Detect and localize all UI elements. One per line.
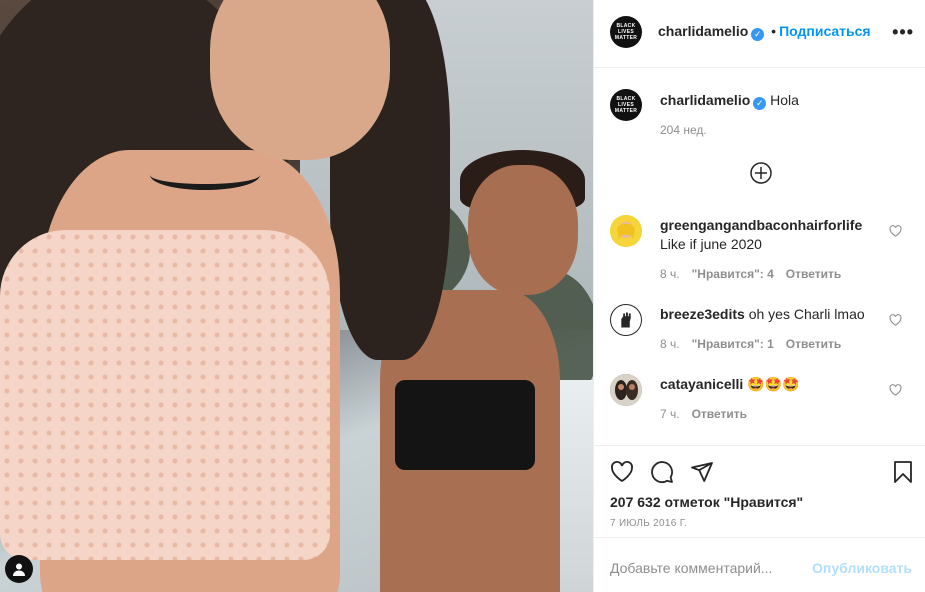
comment-heart-icon[interactable] <box>889 225 902 237</box>
follow-button[interactable]: Подписаться <box>779 23 871 39</box>
plus-circle-icon[interactable] <box>750 162 772 184</box>
post-photo[interactable] <box>0 0 593 592</box>
comment-heart-icon[interactable] <box>889 314 902 326</box>
share-icon[interactable] <box>690 460 714 484</box>
verified-badge-icon: ✓ <box>751 28 765 41</box>
reply-button[interactable]: Ответить <box>786 267 841 281</box>
separator-dot: • <box>771 23 777 39</box>
post-side-panel: BLACK LIVES MATTER charlidamelio ✓ • Подпи… <box>593 0 925 592</box>
caption-avatar[interactable]: BLACK LIVES MATTER <box>610 89 642 121</box>
comment-username[interactable]: breeze3edits <box>660 306 745 322</box>
likes-count[interactable]: 207 632 отметок "Нравится" <box>610 494 803 510</box>
header-username[interactable]: charlidamelio <box>658 23 748 39</box>
comment-avatar[interactable] <box>610 374 642 406</box>
tagged-user-icon[interactable] <box>5 555 33 583</box>
comment-icon[interactable] <box>650 460 674 484</box>
reply-button[interactable]: Ответить <box>786 337 841 351</box>
more-options-icon[interactable]: ••• <box>892 22 914 43</box>
photo-person-left-face <box>210 0 390 160</box>
comment-heart-icon[interactable] <box>889 384 902 396</box>
photo-person-right-face <box>468 165 578 295</box>
comment-avatar[interactable] <box>610 215 642 247</box>
photo-person-left-top <box>0 230 330 560</box>
caption-username[interactable]: charlidamelio <box>660 92 750 108</box>
photo-person-right-top <box>395 380 535 470</box>
comment-avatar[interactable] <box>610 304 642 336</box>
comment-input[interactable]: Добавьте комментарий... <box>610 560 772 576</box>
comment-time[interactable]: 8 ч. <box>660 267 680 281</box>
post-actions: 207 632 отметок "Нравится" 7 ИЮЛЬ 2016 Г… <box>594 445 925 537</box>
comment-time[interactable]: 8 ч. <box>660 337 680 351</box>
reply-button[interactable]: Ответить <box>692 407 747 421</box>
avatar[interactable]: BLACK LIVES MATTER <box>610 16 642 48</box>
photo-choker <box>150 160 260 190</box>
caption-text: Hola <box>770 92 799 108</box>
caption: charlidamelio ✓ Hola <box>660 92 799 110</box>
heart-icon[interactable] <box>610 460 634 484</box>
verified-badge-icon: ✓ <box>753 97 767 110</box>
comment-likes[interactable]: "Нравится": 1 <box>692 337 774 351</box>
post-comment-button[interactable]: Опубликовать <box>812 560 912 576</box>
comment-box: Добавьте комментарий... Опубликовать <box>594 537 925 592</box>
avatar-text: BLACK LIVES MATTER <box>614 96 638 114</box>
post-date[interactable]: 7 ИЮЛЬ 2016 Г. <box>610 518 687 529</box>
comment-text: 🤩🤩🤩 <box>747 376 800 392</box>
post-header: BLACK LIVES MATTER charlidamelio ✓ • Подпи… <box>594 0 925 68</box>
bookmark-icon[interactable] <box>891 460 915 484</box>
comment-text: oh yes Charli lmao <box>748 306 865 322</box>
comment-likes[interactable]: "Нравится": 4 <box>692 267 774 281</box>
comment-username[interactable]: catayanicelli <box>660 376 743 392</box>
comment-username[interactable]: greengangandbaconhairforlife <box>660 217 862 233</box>
comment-text: Like if june 2020 <box>660 236 762 252</box>
avatar-text: BLACK LIVES MATTER <box>614 23 638 41</box>
caption-time[interactable]: 204 нед. <box>660 123 707 137</box>
comment-time[interactable]: 7 ч. <box>660 407 680 421</box>
